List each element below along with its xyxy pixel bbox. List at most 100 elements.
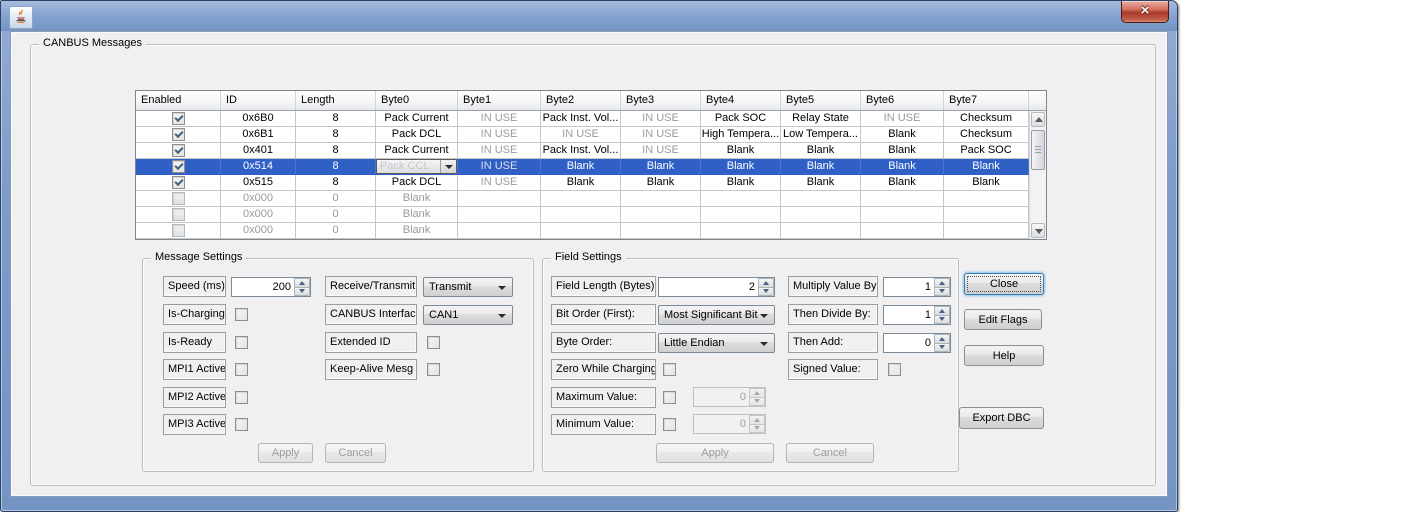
- table-row[interactable]: 0x000 0 Blank: [136, 207, 1029, 223]
- row-enabled-checkbox[interactable]: [171, 192, 185, 205]
- spinner-up-button[interactable]: [934, 306, 950, 315]
- field-cancel-button[interactable]: Cancel: [786, 443, 874, 463]
- table-cell[interactable]: Pack SOC: [701, 111, 781, 127]
- table-cell[interactable]: [136, 223, 221, 239]
- table-cell[interactable]: [621, 223, 701, 239]
- table-cell[interactable]: Blank: [781, 159, 861, 175]
- signed-value-checkbox[interactable]: [888, 363, 901, 376]
- message-apply-button[interactable]: Apply: [258, 443, 313, 463]
- spinner-up-button[interactable]: [294, 278, 310, 287]
- table-cell[interactable]: 0x000: [221, 207, 296, 223]
- column-header[interactable]: Length: [296, 91, 376, 110]
- table-cell[interactable]: IN USE: [541, 127, 621, 143]
- table-cell[interactable]: [621, 207, 701, 223]
- scroll-down-button[interactable]: [1031, 223, 1045, 238]
- keep-alive-checkbox[interactable]: [427, 363, 440, 376]
- table-row[interactable]: 0x000 0 Blank: [136, 223, 1029, 239]
- table-cell[interactable]: 8: [296, 159, 376, 175]
- spinner-down-button[interactable]: [934, 342, 950, 352]
- table-cell[interactable]: [861, 207, 944, 223]
- spinner-down-button[interactable]: [749, 423, 765, 433]
- column-header[interactable]: Byte6: [861, 91, 944, 110]
- table-cell[interactable]: 0x6B0: [221, 111, 296, 127]
- table-cell[interactable]: IN USE: [621, 111, 701, 127]
- column-header[interactable]: Byte2: [541, 91, 621, 110]
- table-cell[interactable]: 8: [296, 127, 376, 143]
- table-cell[interactable]: Pack DCL: [376, 127, 458, 143]
- table-cell[interactable]: Pack DCL: [376, 175, 458, 191]
- row-enabled-checkbox[interactable]: [171, 160, 185, 173]
- row-enabled-checkbox[interactable]: [171, 144, 185, 157]
- table-cell[interactable]: Blank: [701, 175, 781, 191]
- table-cell[interactable]: 0x000: [221, 223, 296, 239]
- minimum-value-checkbox[interactable]: [663, 418, 676, 431]
- table-cell[interactable]: [541, 223, 621, 239]
- mpi3-active-checkbox[interactable]: [235, 418, 248, 431]
- table-cell[interactable]: [701, 191, 781, 207]
- table-row[interactable]: 0x000 0 Blank: [136, 191, 1029, 207]
- table-cell[interactable]: 8: [296, 175, 376, 191]
- table-cell[interactable]: Blank: [621, 159, 701, 175]
- table-cell[interactable]: Blank: [781, 175, 861, 191]
- is-charging-checkbox[interactable]: [235, 308, 248, 321]
- table-cell[interactable]: Pack Inst. Vol...: [541, 143, 621, 159]
- maximum-value-spinner[interactable]: 0: [693, 387, 766, 407]
- table-cell[interactable]: [136, 159, 221, 175]
- table-cell[interactable]: Blank: [701, 159, 781, 175]
- table-cell[interactable]: Blank: [376, 223, 458, 239]
- table-cell[interactable]: IN USE: [621, 127, 701, 143]
- table-cell[interactable]: [458, 223, 541, 239]
- spinner-up-button[interactable]: [749, 388, 765, 397]
- table-cell[interactable]: Blank: [781, 143, 861, 159]
- table-cell[interactable]: [781, 191, 861, 207]
- table-cell[interactable]: IN USE: [621, 143, 701, 159]
- table-cell[interactable]: Blank: [701, 143, 781, 159]
- table-cell[interactable]: Low Tempera...: [781, 127, 861, 143]
- table-cell[interactable]: [621, 191, 701, 207]
- table-cell[interactable]: Checksum: [944, 127, 1029, 143]
- table-cell[interactable]: Checksum: [944, 111, 1029, 127]
- table-cell[interactable]: IN USE: [458, 159, 541, 175]
- table-cell[interactable]: [861, 223, 944, 239]
- table-cell[interactable]: 0x514: [221, 159, 296, 175]
- table-cell[interactable]: [781, 223, 861, 239]
- row-enabled-checkbox[interactable]: [171, 208, 185, 221]
- table-cell[interactable]: [458, 191, 541, 207]
- table-row[interactable]: 0x515 8 Pack DCL IN USE Blank Blank Blank Blank…: [136, 175, 1029, 191]
- table-vertical-scrollbar[interactable]: [1029, 111, 1046, 239]
- column-header[interactable]: Enabled: [136, 91, 221, 110]
- table-cell[interactable]: IN USE: [458, 127, 541, 143]
- table-cell[interactable]: 0: [296, 207, 376, 223]
- table-cell[interactable]: [541, 191, 621, 207]
- export-dbc-button[interactable]: Export DBC: [959, 407, 1044, 429]
- titlebar[interactable]: ×: [1, 1, 1177, 31]
- table-cell[interactable]: IN USE: [458, 175, 541, 191]
- table-cell[interactable]: IN USE: [458, 143, 541, 159]
- column-header[interactable]: Byte3: [621, 91, 701, 110]
- row-enabled-checkbox[interactable]: [171, 224, 185, 237]
- table-cell[interactable]: Blank: [541, 175, 621, 191]
- mpi1-active-checkbox[interactable]: [235, 363, 248, 376]
- table-cell[interactable]: Blank: [861, 159, 944, 175]
- table-cell[interactable]: [701, 223, 781, 239]
- table-cell[interactable]: High Tempera...: [701, 127, 781, 143]
- table-cell[interactable]: 0x515: [221, 175, 296, 191]
- table-cell[interactable]: [136, 127, 221, 143]
- table-cell[interactable]: 0: [296, 191, 376, 207]
- table-row[interactable]: 0x401 8 Pack Current IN USE Pack Inst. Vol..…: [136, 143, 1029, 159]
- table-cell[interactable]: [541, 207, 621, 223]
- close-dialog-button[interactable]: Close: [964, 273, 1044, 295]
- field-length-spinner[interactable]: 2: [658, 277, 775, 297]
- column-header[interactable]: Byte7: [944, 91, 1029, 110]
- column-header[interactable]: Byte0: [376, 91, 458, 110]
- table-cell[interactable]: [861, 191, 944, 207]
- spinner-down-button[interactable]: [749, 396, 765, 406]
- close-button[interactable]: ×: [1121, 1, 1169, 23]
- table-cell[interactable]: IN USE: [458, 111, 541, 127]
- column-header[interactable]: Byte5: [781, 91, 861, 110]
- table-cell[interactable]: 8: [296, 111, 376, 127]
- zero-while-charging-checkbox[interactable]: [663, 363, 676, 376]
- column-header[interactable]: ID: [221, 91, 296, 110]
- table-cell[interactable]: [136, 111, 221, 127]
- scrollbar-thumb[interactable]: [1031, 130, 1045, 170]
